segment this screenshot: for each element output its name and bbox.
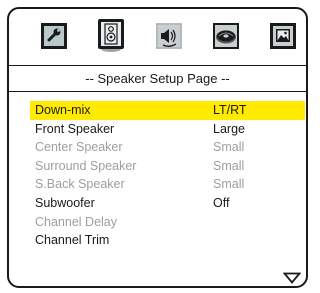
menu-item-label: Channel Delay [35, 214, 117, 229]
setup-category-tabs [9, 9, 306, 65]
menu-item-label: Center Speaker [35, 140, 123, 155]
menu-item-channel-trim[interactable]: Channel Trim [30, 231, 305, 250]
tab-audio-setup[interactable] [155, 22, 183, 50]
tab-video-setup[interactable] [269, 22, 297, 50]
audio-sound-icon [156, 23, 182, 49]
menu-item-surround-speaker: Surround Speaker Small [30, 157, 305, 176]
menu-item-label: Front Speaker [35, 121, 115, 136]
speaker-icon [98, 19, 124, 52]
wrench-settings-icon [41, 23, 67, 49]
page-title: -- Speaker Setup Page -- [85, 71, 230, 86]
menu-item-s-back-speaker: S.Back Speaker Small [30, 175, 305, 194]
picture-icon [270, 23, 296, 49]
menu-item-label: Subwoofer [35, 195, 95, 210]
menu-item-label: Channel Trim [35, 233, 110, 248]
menu-item-down-mix[interactable]: Down-mix LT/RT [30, 101, 305, 120]
menu-item-value: Small [213, 158, 245, 173]
menu-item-value: Large [213, 121, 245, 136]
speaker-settings-list: Down-mix LT/RT Front Speaker Large Cente… [30, 101, 305, 250]
disc-icon [213, 23, 239, 49]
menu-item-value: Small [213, 140, 245, 155]
tab-general-setup[interactable] [40, 22, 68, 50]
menu-item-front-speaker[interactable]: Front Speaker Large [30, 120, 305, 139]
divider-title [9, 91, 306, 92]
tab-speaker-setup[interactable] [97, 19, 125, 52]
menu-item-center-speaker: Center Speaker Small [30, 138, 305, 157]
divider-top [9, 65, 306, 66]
menu-item-label: Down-mix [35, 103, 91, 117]
setup-menu-frame: -- Speaker Setup Page -- Down-mix LT/RT … [7, 7, 308, 288]
menu-item-channel-delay: Channel Delay [30, 213, 305, 232]
menu-item-label: S.Back Speaker [35, 177, 125, 192]
menu-item-label: Surround Speaker [35, 158, 137, 173]
menu-item-subwoofer[interactable]: Subwoofer Off [30, 194, 305, 213]
tab-disc-setup[interactable] [212, 22, 240, 50]
menu-item-value: Off [213, 195, 230, 210]
down-triangle-icon[interactable] [283, 272, 301, 284]
menu-item-value: LT/RT [213, 103, 247, 117]
menu-item-value: Small [213, 177, 245, 192]
